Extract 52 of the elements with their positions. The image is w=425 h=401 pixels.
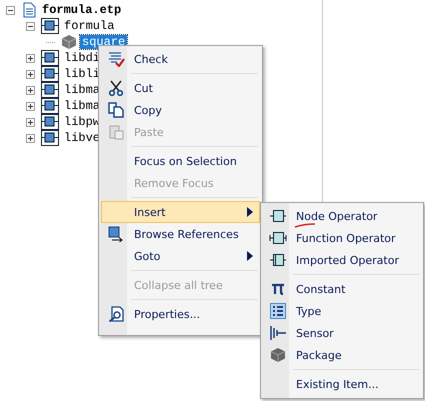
operator-icon (41, 18, 59, 34)
cube-icon (270, 347, 286, 363)
copy-icon (108, 102, 124, 118)
collapse-toggle[interactable] (26, 22, 35, 30)
operator-icon (41, 130, 59, 146)
expand-toggle[interactable] (26, 134, 35, 142)
operator-icon (269, 209, 287, 223)
list-icon (270, 303, 286, 319)
expand-toggle[interactable] (26, 102, 35, 110)
menu-item[interactable]: Insert (101, 201, 260, 223)
expand-toggle[interactable] (26, 118, 35, 126)
menu-item[interactable]: Constant (263, 278, 421, 300)
tree-item[interactable]: libve (62, 131, 102, 145)
tree-item[interactable]: libma (62, 83, 102, 97)
operator-icon (269, 231, 287, 245)
menu-item[interactable]: Node Operator (263, 205, 421, 227)
menu-item[interactable]: Copy (101, 99, 260, 121)
scissors-icon (108, 80, 124, 96)
menu-item[interactable]: Browse References (101, 223, 260, 245)
menu-item[interactable]: Type (263, 300, 421, 322)
menu-item[interactable]: Cut (101, 77, 260, 99)
menu-item[interactable]: Properties... (101, 303, 260, 325)
expand-toggle[interactable] (26, 86, 35, 94)
paste-icon (108, 124, 124, 140)
operator-icon (41, 66, 59, 82)
menu-item[interactable]: Imported Operator (263, 249, 421, 271)
tree-item[interactable]: libdi (62, 51, 102, 65)
menu-item[interactable]: Package (263, 344, 421, 366)
browse-icon (108, 226, 124, 242)
cube-icon (61, 34, 77, 50)
tree-item[interactable]: libma (62, 99, 102, 113)
tree-item[interactable]: libli (62, 67, 102, 81)
operator-icon (269, 253, 287, 267)
operator-icon (41, 114, 59, 130)
menu-item[interactable]: Sensor (263, 322, 421, 344)
menu-item[interactable]: Existing Item... (263, 373, 421, 395)
operator-icon (41, 98, 59, 114)
menu-item[interactable]: Function Operator (263, 227, 421, 249)
pi-icon (270, 282, 286, 296)
check-icon (107, 51, 125, 67)
tree-item[interactable]: formula (62, 19, 116, 33)
expand-toggle[interactable] (26, 70, 35, 78)
magnifier-icon (108, 306, 124, 322)
collapse-toggle[interactable] (6, 6, 15, 14)
operator-icon (41, 82, 59, 98)
expand-toggle[interactable] (26, 54, 35, 62)
menu-item[interactable]: Focus on Selection (101, 150, 260, 172)
menu-item[interactable]: Check (101, 48, 260, 70)
operator-icon (41, 50, 59, 66)
menu-item[interactable]: Goto (101, 245, 260, 267)
sensor-icon (269, 325, 287, 341)
tree-item[interactable]: formula.etp (40, 3, 124, 17)
